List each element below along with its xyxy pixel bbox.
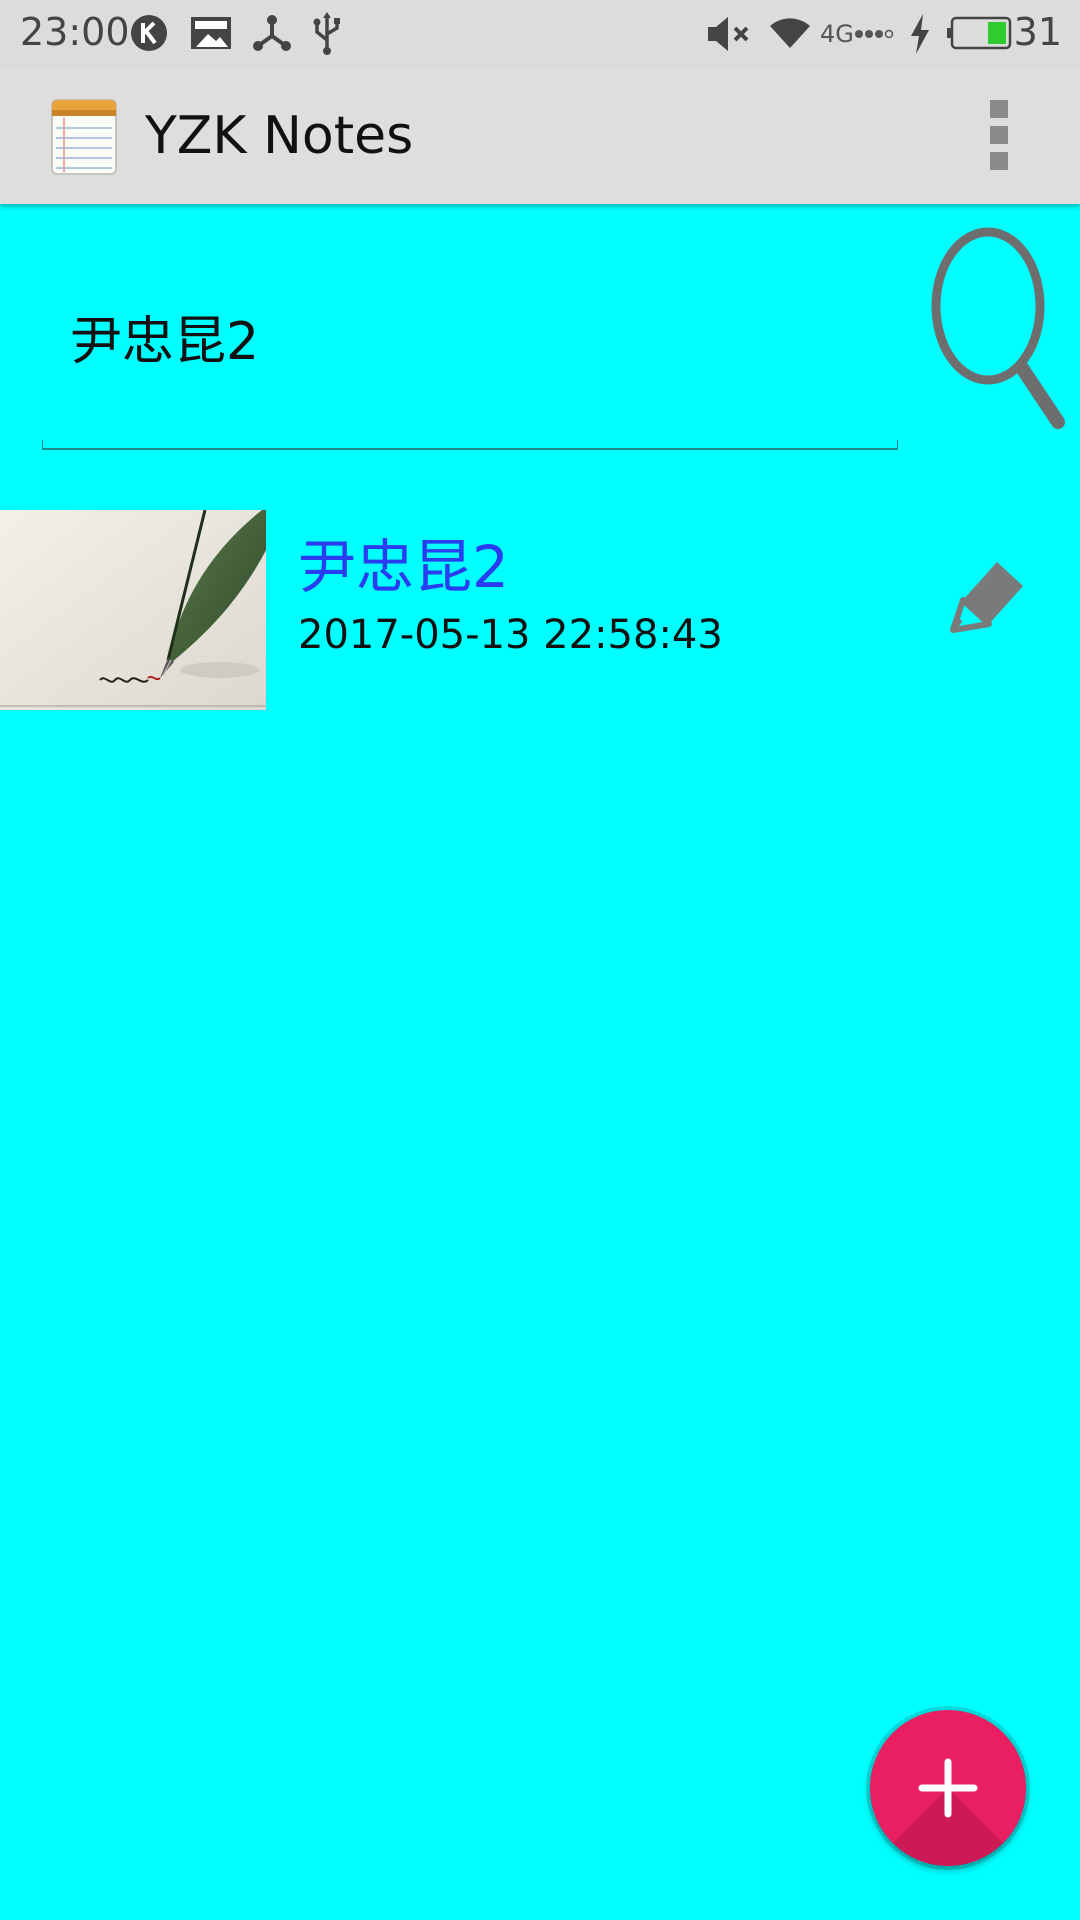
search-input[interactable] — [68, 305, 872, 367]
edit-note-button[interactable] — [945, 548, 1035, 638]
more-vert-icon[interactable] — [975, 92, 1021, 176]
note-title: 尹忠昆2 — [298, 533, 509, 601]
battery-icon — [946, 16, 1012, 54]
wifi-icon — [768, 14, 812, 54]
edit-pencil-icon — [950, 562, 1023, 633]
note-datetime: 2017-05-13 22:58:43 — [298, 612, 723, 658]
k-app-icon — [130, 14, 168, 56]
status-bar: 23:00 4G 31 — [0, 0, 1080, 66]
add-note-fab[interactable] — [870, 1710, 1026, 1866]
network-type-label: 4G — [820, 20, 854, 48]
notes-screen: 23:00 4G 31 YZK Notes 尹忠昆2 尹忠昆2 2017-05-… — [0, 0, 1080, 1920]
notepad-icon — [50, 96, 118, 180]
signal-icon — [855, 26, 895, 46]
app-bar: YZK Notes — [0, 66, 1080, 204]
note-list-item[interactable]: 尹忠昆2 2017-05-13 22:58:43 — [0, 510, 1080, 710]
search-input-underline — [42, 440, 898, 450]
fountain-pen-image — [0, 510, 266, 710]
usb-icon — [312, 10, 342, 60]
app-title: YZK Notes — [145, 106, 414, 166]
battery-percent: 31 — [1013, 10, 1062, 54]
share-network-icon — [252, 12, 292, 58]
search-icon — [931, 227, 1065, 429]
search-button[interactable] — [930, 218, 1080, 438]
add-icon — [918, 1758, 978, 1818]
status-time: 23:00 — [20, 10, 130, 54]
note-thumbnail — [0, 510, 266, 710]
image-notification-icon — [190, 14, 232, 56]
mute-icon — [706, 14, 752, 58]
charging-icon — [908, 14, 932, 58]
